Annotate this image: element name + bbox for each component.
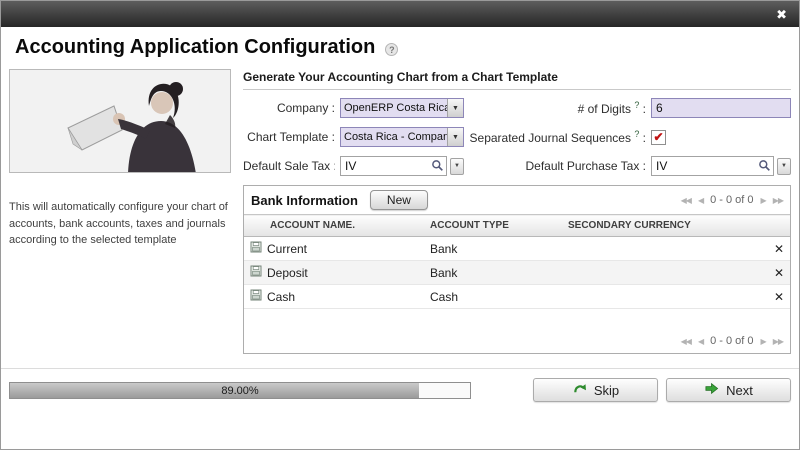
chevron-down-icon[interactable]: ▼ (447, 128, 463, 146)
chevron-down-icon[interactable]: ▼ (450, 158, 464, 175)
wizard-window: ✖ Accounting Application Configuration ? (0, 0, 800, 450)
title-help-icon: ? (385, 43, 398, 56)
separated-journal-field: ✔ (651, 130, 791, 145)
pager-first-icon[interactable]: ◀◀ (681, 337, 691, 346)
chevron-down-icon[interactable]: ▼ (777, 158, 791, 175)
left-panel: This will automatically configure your c… (9, 69, 233, 354)
table-row[interactable]: Cash Cash ✕ (244, 285, 790, 309)
separated-journal-checkbox[interactable]: ✔ (651, 130, 666, 145)
record-icon (250, 265, 262, 280)
check-icon: ✔ (653, 130, 663, 144)
chart-template-label: Chart Template : (243, 130, 335, 144)
bank-panel-spacer (244, 309, 790, 331)
bank-information-title: Bank Information (251, 193, 358, 208)
column-header-account-name[interactable]: ACCOUNT NAME. (244, 215, 424, 237)
bank-information-footer: ◀◀ ◀ 0 - 0 of 0 ▶ ▶▶ (244, 331, 790, 353)
pager-count: 0 - 0 of 0 (710, 335, 753, 347)
pager-next-icon[interactable]: ▶ (761, 196, 766, 205)
sale-tax-field: ▼ (340, 156, 464, 176)
pager-next-icon[interactable]: ▶ (761, 337, 766, 346)
wizard-footer: 89.00% Skip Next (1, 368, 799, 410)
delete-row-icon[interactable]: ✕ (766, 261, 790, 285)
company-label: Company : (243, 101, 335, 115)
sale-tax-label: Default Sale Tax : (243, 159, 335, 173)
column-header-delete (766, 215, 790, 237)
digits-input[interactable] (651, 98, 791, 118)
close-icon[interactable]: ✖ (776, 8, 787, 21)
company-select[interactable]: OpenERP Costa Rica ▼ (340, 98, 464, 118)
page-title: Accounting Application Configuration (15, 36, 375, 59)
column-header-secondary-currency[interactable]: SECONDARY CURRENCY (562, 215, 766, 237)
content: This will automatically configure your c… (1, 61, 799, 354)
pager-last-icon[interactable]: ▶▶ (773, 196, 783, 205)
title-bar: ✖ (1, 1, 799, 27)
skip-button[interactable]: Skip (533, 378, 658, 402)
pager-top: ◀◀ ◀ 0 - 0 of 0 ▶ ▶▶ (681, 194, 783, 206)
pager-first-icon[interactable]: ◀◀ (681, 196, 691, 205)
description-text: This will automatically configure your c… (9, 199, 233, 249)
table-row[interactable]: Deposit Bank ✕ (244, 261, 790, 285)
skip-icon (572, 381, 587, 399)
pager-count: 0 - 0 of 0 (710, 194, 753, 206)
megaphone-photo (9, 69, 231, 173)
progress-text: 89.00% (10, 383, 470, 398)
section-title: Generate Your Accounting Chart from a Ch… (243, 69, 791, 90)
search-icon[interactable] (758, 159, 771, 177)
chart-template-select-value: Costa Rica - Company (341, 128, 447, 146)
form-grid: Company : OpenERP Costa Rica ▼ # of Digi… (243, 98, 791, 176)
form-panel: Generate Your Accounting Chart from a Ch… (243, 69, 791, 354)
chart-template-select[interactable]: Costa Rica - Company ▼ (340, 127, 464, 147)
new-button[interactable]: New (370, 190, 428, 210)
next-arrow-icon (704, 381, 719, 399)
next-button[interactable]: Next (666, 378, 791, 402)
search-icon[interactable] (431, 159, 444, 177)
table-row[interactable]: Current Bank ✕ (244, 237, 790, 261)
delete-row-icon[interactable]: ✕ (766, 237, 790, 261)
digits-label: # of Digits ? : (469, 100, 646, 116)
company-select-value: OpenERP Costa Rica (341, 99, 447, 117)
page-heading: Accounting Application Configuration ? (1, 27, 799, 61)
pager-last-icon[interactable]: ▶▶ (773, 337, 783, 346)
column-header-account-type[interactable]: ACCOUNT TYPE (424, 215, 562, 237)
bank-accounts-table: ACCOUNT NAME. ACCOUNT TYPE SECONDARY CUR… (244, 214, 790, 309)
bank-information-panel: Bank Information New ◀◀ ◀ 0 - 0 of 0 ▶ ▶… (243, 185, 791, 354)
purchase-tax-label: Default Purchase Tax : (469, 159, 646, 173)
pager-prev-icon[interactable]: ◀ (698, 196, 703, 205)
bank-information-header: Bank Information New ◀◀ ◀ 0 - 0 of 0 ▶ ▶… (244, 186, 790, 214)
separated-journal-label: Separated Journal Sequences ? : (469, 129, 646, 145)
pager-prev-icon[interactable]: ◀ (698, 337, 703, 346)
progress-bar: 89.00% (9, 382, 471, 399)
purchase-tax-field: ▼ (651, 156, 791, 176)
pager-bottom: ◀◀ ◀ 0 - 0 of 0 ▶ ▶▶ (681, 335, 783, 347)
record-icon (250, 289, 262, 304)
purchase-tax-input[interactable] (651, 156, 774, 176)
chevron-down-icon[interactable]: ▼ (447, 99, 463, 117)
record-icon (250, 241, 262, 256)
delete-row-icon[interactable]: ✕ (766, 285, 790, 309)
